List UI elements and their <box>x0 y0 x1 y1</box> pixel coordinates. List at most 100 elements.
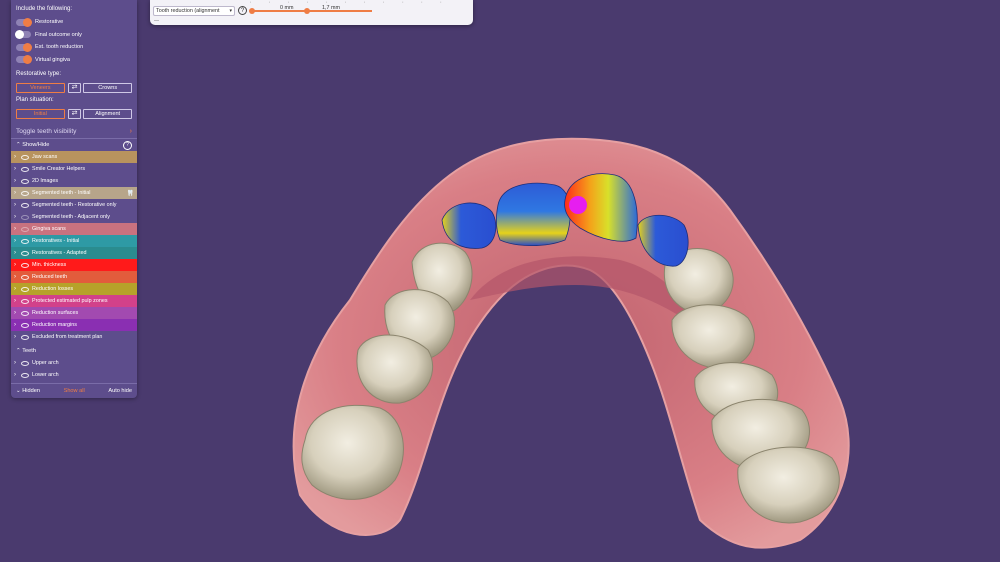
eye-icon[interactable] <box>21 226 29 232</box>
toggle-switch[interactable] <box>15 30 31 40</box>
crowns-button[interactable]: Crowns <box>83 82 133 93</box>
layer-label: Restoratives - Adapted <box>32 250 87 256</box>
eye-icon[interactable] <box>21 286 29 292</box>
toggle-tooth-reduction[interactable]: Est. tooth reduction <box>11 41 137 54</box>
eye-icon[interactable] <box>21 372 29 378</box>
layer-label: Lower arch <box>32 372 59 378</box>
toggle-teeth-visibility[interactable]: Toggle teeth visibility › <box>11 124 137 139</box>
more-icon[interactable]: — <box>154 18 159 24</box>
swap-icon[interactable]: ⇄ <box>67 82 82 93</box>
eye-icon[interactable] <box>21 250 29 256</box>
veneers-button[interactable]: Veneers <box>16 82 65 93</box>
layer-row[interactable]: › Smile Creator Helpers <box>11 163 137 175</box>
layer-row[interactable]: › Excluded from treatment plan <box>11 331 137 343</box>
chevron-right-icon[interactable]: › <box>14 238 21 244</box>
3d-viewport[interactable] <box>0 0 1000 562</box>
initial-button[interactable]: Initial <box>16 108 65 119</box>
eye-icon[interactable] <box>21 298 29 304</box>
chevron-right-icon[interactable]: › <box>14 190 21 196</box>
layer-row[interactable]: › Protected estimated pulp zones <box>11 295 137 307</box>
eye-icon[interactable] <box>21 274 29 280</box>
layer-label: Smile Creator Helpers <box>32 166 86 172</box>
layer-row[interactable]: › Segmented teeth - Adjacent only <box>11 211 137 223</box>
layer-label: Reduced teeth <box>32 274 68 280</box>
eye-icon[interactable] <box>21 190 29 196</box>
chevron-right-icon[interactable]: › <box>14 250 21 256</box>
chevron-right-icon[interactable]: › <box>14 202 21 208</box>
alignment-button[interactable]: Alignment <box>83 108 133 119</box>
eye-icon[interactable] <box>21 310 29 316</box>
layer-row[interactable]: › Reduction losses <box>11 283 137 295</box>
swap-icon[interactable]: ⇄ <box>67 108 82 119</box>
chevron-right-icon: › <box>129 127 132 135</box>
eye-icon[interactable] <box>21 178 29 184</box>
layer-row[interactable]: › 2D Images <box>11 175 137 187</box>
eye-icon[interactable] <box>21 238 29 244</box>
eye-icon[interactable] <box>21 214 29 220</box>
auto-hide-button[interactable]: Auto hide <box>108 388 132 394</box>
layer-row[interactable]: › Jaw scans <box>11 151 137 163</box>
chevron-right-icon[interactable]: › <box>14 322 21 328</box>
layer-row[interactable]: › Reduction surfaces <box>11 307 137 319</box>
hidden-toggle[interactable]: Hidden <box>22 388 40 394</box>
layer-label: Upper arch <box>32 360 59 366</box>
range-slider-track[interactable] <box>252 10 372 12</box>
show-all-button[interactable]: Show all <box>64 388 85 394</box>
chevron-right-icon[interactable]: › <box>14 334 21 340</box>
toggle-virtual-gingiva[interactable]: Virtual gingiva <box>11 54 137 67</box>
chevron-down-icon: ⌄ <box>16 388 21 394</box>
range-slider-max-handle[interactable] <box>304 8 310 14</box>
eye-icon[interactable] <box>21 334 29 340</box>
toggle-switch[interactable] <box>16 55 32 65</box>
list-item-lower-arch[interactable]: › Lower arch <box>11 369 137 381</box>
layer-row[interactable]: › Min. thickness <box>11 259 137 271</box>
eye-icon[interactable] <box>21 322 29 328</box>
tooth-icon[interactable]: 🦷 <box>127 190 134 197</box>
chevron-down-icon: ▾ <box>229 8 232 14</box>
chevron-up-icon: ⌃ <box>16 348 21 354</box>
chevron-right-icon[interactable]: › <box>14 298 21 304</box>
chevron-right-icon[interactable]: › <box>14 154 21 160</box>
min-value-label: 0 mm <box>280 5 294 11</box>
layer-row[interactable]: › Reduced teeth <box>11 271 137 283</box>
toggle-final-outcome[interactable]: Final outcome only <box>11 29 137 42</box>
chevron-right-icon[interactable]: › <box>14 310 21 316</box>
layer-label: Excluded from treatment plan <box>32 334 103 340</box>
chevron-right-icon[interactable]: › <box>14 274 21 280</box>
layer-row[interactable]: › Restoratives - Adapted <box>11 247 137 259</box>
chevron-right-icon: › <box>14 372 16 378</box>
show-hide-header[interactable]: ⌃ Show/Hide ? <box>11 139 137 151</box>
layer-label: Jaw scans <box>32 154 58 160</box>
layer-row[interactable]: › Segmented teeth - Restorative only <box>11 199 137 211</box>
eye-icon[interactable] <box>21 166 29 172</box>
plan-situation-selector: Initial ⇄ Alignment <box>11 107 137 120</box>
help-icon[interactable]: ? <box>123 140 132 150</box>
chevron-right-icon[interactable]: › <box>14 166 21 172</box>
chevron-right-icon[interactable]: › <box>14 214 21 220</box>
chevron-right-icon[interactable]: › <box>14 226 21 232</box>
eye-icon[interactable] <box>21 360 29 366</box>
chevron-right-icon[interactable]: › <box>14 286 21 292</box>
eye-icon[interactable] <box>21 262 29 268</box>
toggle-restorative[interactable]: Restorative <box>11 16 137 29</box>
help-icon[interactable]: ? <box>238 6 247 15</box>
slider-ticks: ||||||||||| <box>250 0 460 3</box>
layer-row[interactable]: › Reduction margins <box>11 319 137 331</box>
layer-row[interactable]: › Segmented teeth - Initial 🦷 <box>11 187 137 199</box>
range-slider-min-handle[interactable] <box>249 8 255 14</box>
chevron-right-icon[interactable]: › <box>14 178 21 184</box>
teeth-group-header[interactable]: ⌃ Teeth <box>11 345 137 357</box>
eye-icon[interactable] <box>21 202 29 208</box>
layer-label: Reduction losses <box>32 286 74 292</box>
layer-row[interactable]: › Restoratives - Initial <box>11 235 137 247</box>
toggle-switch[interactable] <box>16 42 32 52</box>
list-item-upper-arch[interactable]: › Upper arch <box>11 357 137 369</box>
show-hide-label: Show/Hide <box>22 142 50 148</box>
chevron-right-icon[interactable]: › <box>14 262 21 268</box>
max-value-label: 1,7 mm <box>322 5 340 11</box>
toggle-label: Final outcome only <box>35 31 82 38</box>
mode-dropdown[interactable]: Tooth reduction (alignment ▾ <box>153 6 235 16</box>
layer-row[interactable]: › Gingiva scans <box>11 223 137 235</box>
toggle-switch[interactable] <box>16 17 32 27</box>
eye-icon[interactable] <box>21 154 29 160</box>
